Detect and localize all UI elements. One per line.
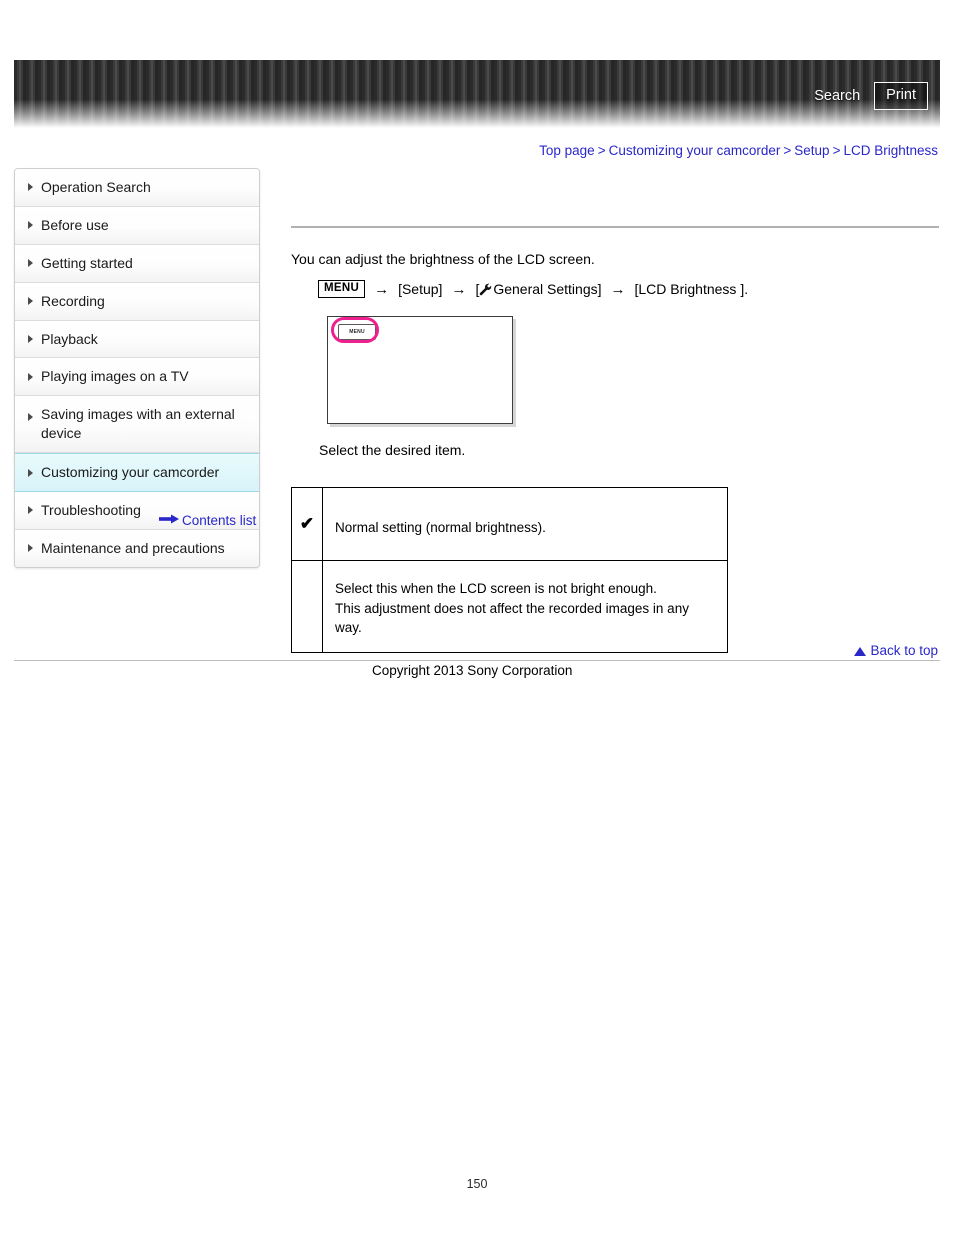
sidebar-item-recording[interactable]: Recording <box>15 282 259 321</box>
footer-divider <box>14 660 940 661</box>
search-link[interactable]: Search <box>814 88 860 104</box>
breadcrumb-item-customizing-your-camcorder[interactable]: Customizing your camcorder <box>609 143 781 158</box>
print-button[interactable]: Print <box>874 82 928 110</box>
breadcrumb-separator: > <box>832 143 841 158</box>
breadcrumb-item-top-page[interactable]: Top page <box>539 143 595 158</box>
path-step-general-settings: General Settings] <box>493 281 602 298</box>
check-icon: ✔ <box>291 487 323 562</box>
back-to-top-link[interactable]: Back to top <box>854 643 938 658</box>
breadcrumb-item-setup[interactable]: Setup <box>794 143 829 158</box>
path-step-setup: [Setup] <box>398 281 443 298</box>
header-banner: Search Print <box>14 60 940 128</box>
sidebar-item-operation-search[interactable]: Operation Search <box>15 169 259 207</box>
sidebar-item-label: Before use <box>41 216 109 233</box>
title-divider <box>291 226 939 228</box>
triangle-up-icon <box>854 647 867 656</box>
options-table: ✔ Normal setting (normal brightness). Se… <box>291 487 728 653</box>
sidebar-item-label: Getting started <box>41 254 133 271</box>
contents-list-label: Contents list <box>182 513 257 528</box>
chevron-right-icon <box>28 468 33 477</box>
menu-chip-icon: MENU <box>318 280 366 299</box>
intro-paragraph: You can adjust the brightness of the LCD… <box>291 251 595 267</box>
sidebar-item-label: Customizing your camcorder <box>41 464 220 481</box>
arrow-right-icon: → <box>374 280 390 298</box>
contents-list-link[interactable]: Contents list <box>159 512 256 528</box>
wrench-icon <box>479 283 492 296</box>
sidebar-item-label: Maintenance and precautions <box>41 539 225 556</box>
check-icon <box>291 560 323 653</box>
chevron-right-icon <box>28 221 33 230</box>
chevron-right-icon <box>28 506 33 515</box>
sidebar-item-saving-images-with-an-external-device[interactable]: Saving images with an external device <box>15 396 259 454</box>
sidebar-item-label: Operation Search <box>41 179 151 195</box>
lcd-screen-figure: MENU <box>327 316 513 426</box>
option-description: Normal setting (normal brightness). <box>322 487 728 562</box>
sidebar-item-getting-started[interactable]: Getting started <box>15 244 259 283</box>
copyright-text: Copyright 2013 Sony Corporation <box>372 663 573 678</box>
chevron-right-icon <box>28 372 33 381</box>
path-step-lcd-brightness: [LCD Brightness ]. <box>634 281 749 298</box>
menu-path-line: MENU → [Setup] → [ General Settings] → [… <box>318 280 939 299</box>
breadcrumb-item-lcd-brightness: LCD Brightness <box>843 143 938 158</box>
arrow-right-icon: → <box>451 280 467 298</box>
sidebar-item-label: Playback <box>41 330 98 347</box>
chevron-right-icon <box>28 413 33 422</box>
sidebar-item-label: Playing images on a TV <box>41 368 189 385</box>
sidebar-item-maintenance-and-precautions[interactable]: Maintenance and precautions <box>15 529 259 567</box>
header-controls: Search Print <box>814 82 928 110</box>
table-row: Select this when the LCD screen is not b… <box>291 560 728 653</box>
chevron-right-icon <box>28 183 33 192</box>
chevron-right-icon <box>28 259 33 268</box>
sidebar-item-customizing-your-camcorder[interactable]: Customizing your camcorder <box>15 453 259 493</box>
sidebar-item-label: Saving images with an external device <box>41 406 235 442</box>
menu-button-highlight-marker <box>331 317 379 344</box>
arrow-right-icon <box>159 512 179 527</box>
arrow-right-icon: → <box>610 280 626 298</box>
sidebar-item-label: Recording <box>41 292 105 309</box>
back-to-top-label: Back to top <box>870 643 938 658</box>
breadcrumb: Top page > Customizing your camcorder > Setu… <box>539 143 938 158</box>
breadcrumb-separator: > <box>783 143 792 158</box>
chevron-right-icon <box>28 297 33 306</box>
sidebar-item-playback[interactable]: Playback <box>15 320 259 359</box>
sidebar-item-playing-images-on-a-tv[interactable]: Playing images on a TV <box>15 358 259 397</box>
sidebar-item-label: Troubleshooting <box>41 502 141 519</box>
breadcrumb-separator: > <box>597 143 606 158</box>
page-number: 150 <box>466 1177 488 1191</box>
sidebar-item-before-use[interactable]: Before use <box>15 206 259 245</box>
table-row: ✔ Normal setting (normal brightness). <box>291 487 728 562</box>
select-instruction: Select the desired item. <box>319 442 466 459</box>
chevron-right-icon <box>28 335 33 343</box>
sidebar-navigation: Operation Search Before use Getting star… <box>14 168 260 568</box>
main-content: You can adjust the brightness of the LCD… <box>291 168 939 653</box>
chevron-right-icon <box>28 544 33 553</box>
option-description: Select this when the LCD screen is not b… <box>322 560 728 653</box>
